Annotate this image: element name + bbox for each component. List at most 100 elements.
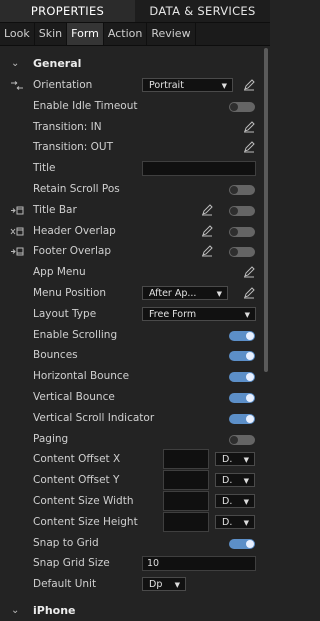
enable-idle-timeout-toggle[interactable] bbox=[229, 101, 255, 112]
pencil-icon[interactable] bbox=[243, 287, 255, 299]
content-size-height-unit: D. bbox=[222, 516, 233, 528]
tab-data-services[interactable]: DATA & SERVICES bbox=[135, 0, 270, 22]
default-unit-dropdown[interactable]: Dp ▼ bbox=[142, 577, 186, 592]
toggle-knob bbox=[246, 352, 254, 361]
row-snap-to-grid: Snap to Grid bbox=[0, 533, 270, 554]
row-header-overlap: Header Overlap bbox=[0, 221, 270, 242]
pencil-icon[interactable] bbox=[243, 79, 255, 91]
top-tab-bar: PROPERTIES DATA & SERVICES bbox=[0, 0, 270, 23]
content-size-width-input[interactable] bbox=[163, 490, 209, 511]
row-snap-grid-size: Snap Grid Size 10 bbox=[0, 553, 270, 574]
row-content-size-height: Content Size Height D. ▼ bbox=[0, 511, 270, 533]
default-unit-value: Dp bbox=[149, 579, 163, 591]
sub-tab-bar: Look Skin Form Action Review bbox=[0, 23, 270, 46]
pencil-icon[interactable] bbox=[243, 141, 255, 153]
transition-in-label: Transition: IN bbox=[33, 120, 102, 133]
paging-toggle[interactable] bbox=[229, 434, 255, 445]
pencil-icon[interactable] bbox=[201, 224, 213, 237]
orientation-icon bbox=[11, 81, 23, 90]
default-unit-label: Default Unit bbox=[33, 578, 97, 591]
toggle-knob bbox=[246, 331, 254, 340]
row-horizontal-bounce: Horizontal Bounce bbox=[0, 366, 270, 387]
toggle-knob bbox=[230, 435, 238, 444]
tab-review[interactable]: Review bbox=[147, 23, 196, 45]
row-transition-out: Transition: OUT bbox=[0, 137, 270, 158]
content-size-height-unit-dropdown[interactable]: D. ▼ bbox=[215, 514, 255, 529]
section-iphone-header[interactable]: ⌄ iPhone bbox=[0, 601, 270, 621]
toggle-knob bbox=[246, 539, 254, 548]
caret-down-icon: ▼ bbox=[243, 518, 249, 527]
content-offset-y-input[interactable] bbox=[163, 470, 209, 491]
row-paging: Paging bbox=[0, 429, 270, 450]
pencil-icon[interactable] bbox=[243, 120, 255, 133]
retain-scroll-pos-toggle[interactable] bbox=[229, 184, 255, 195]
tab-skin[interactable]: Skin bbox=[35, 23, 68, 45]
layout-type-dropdown[interactable]: Free Form ▼ bbox=[142, 306, 256, 321]
chevron-down-icon: ⌄ bbox=[11, 58, 20, 69]
row-orientation: Orientation Portrait ▼ bbox=[0, 75, 270, 96]
header-overlap-toggle[interactable] bbox=[229, 226, 255, 237]
title-label: Title bbox=[33, 162, 56, 175]
tab-action[interactable]: Action bbox=[104, 23, 148, 45]
orientation-dropdown[interactable]: Portrait ▼ bbox=[142, 78, 233, 92]
vertical-scroll-indicator-toggle[interactable] bbox=[229, 413, 255, 424]
section-iphone-title: iPhone bbox=[33, 603, 76, 617]
content-size-width-label: Content Size Width bbox=[33, 494, 134, 507]
pencil-icon[interactable] bbox=[201, 204, 213, 216]
content-offset-x-input[interactable] bbox=[163, 449, 209, 470]
pencil-icon[interactable] bbox=[201, 245, 213, 257]
title-bar-toggle[interactable] bbox=[229, 205, 255, 216]
toggle-knob bbox=[230, 185, 238, 194]
enable-idle-timeout-label: Enable Idle Timeout bbox=[33, 99, 138, 112]
transition-out-label: Transition: OUT bbox=[33, 141, 114, 154]
general-properties-list: Orientation Portrait ▼ Enable Idle Timeo… bbox=[0, 75, 270, 595]
section-general-header[interactable]: ⌄ General bbox=[0, 54, 270, 74]
enable-scrolling-toggle[interactable] bbox=[229, 330, 255, 341]
menu-position-label: Menu Position bbox=[33, 286, 107, 299]
content-offset-x-unit-dropdown[interactable]: D. ▼ bbox=[215, 452, 255, 467]
row-bounces: Bounces bbox=[0, 345, 270, 366]
row-menu-position: Menu Position After Ap... ▼ bbox=[0, 283, 270, 304]
menu-position-dropdown[interactable]: After Ap... ▼ bbox=[142, 285, 228, 300]
snap-grid-size-input[interactable]: 10 bbox=[142, 556, 256, 572]
title-input[interactable] bbox=[142, 161, 256, 177]
tab-properties[interactable]: PROPERTIES bbox=[0, 0, 135, 22]
caret-down-icon: ▼ bbox=[216, 289, 222, 298]
footer-overlap-toggle[interactable] bbox=[229, 247, 255, 258]
vertical-bounce-label: Vertical Bounce bbox=[33, 390, 115, 403]
bounces-toggle[interactable] bbox=[229, 351, 255, 362]
pencil-icon[interactable] bbox=[243, 266, 255, 278]
content-size-width-unit-dropdown[interactable]: D. ▼ bbox=[215, 493, 255, 508]
row-retain-scroll-pos: Retain Scroll Pos bbox=[0, 179, 270, 200]
caret-down-icon: ▼ bbox=[174, 581, 180, 590]
toggle-knob bbox=[230, 227, 238, 236]
row-enable-idle-timeout: Enable Idle Timeout bbox=[0, 96, 270, 117]
row-layout-type: Layout Type Free Form ▼ bbox=[0, 304, 270, 325]
content-size-height-input[interactable] bbox=[163, 511, 209, 532]
content-offset-x-unit: D. bbox=[222, 454, 233, 466]
row-transition-in: Transition: IN bbox=[0, 117, 270, 138]
row-title-bar: Title Bar bbox=[0, 200, 270, 221]
content-offset-y-unit-dropdown[interactable]: D. ▼ bbox=[215, 473, 255, 488]
header-overlap-label: Header Overlap bbox=[33, 224, 116, 237]
title-bar-label: Title Bar bbox=[33, 203, 77, 216]
paging-label: Paging bbox=[33, 432, 69, 445]
tab-form[interactable]: Form bbox=[67, 23, 104, 45]
row-vertical-scroll-indicator: Vertical Scroll Indicator bbox=[0, 408, 270, 429]
horizontal-bounce-toggle[interactable] bbox=[229, 372, 255, 383]
snap-grid-size-label: Snap Grid Size bbox=[33, 557, 110, 570]
enable-scrolling-label: Enable Scrolling bbox=[33, 328, 118, 341]
layout-type-value: Free Form bbox=[149, 308, 197, 320]
vertical-bounce-toggle[interactable] bbox=[229, 392, 255, 403]
menu-position-value: After Ap... bbox=[149, 287, 197, 299]
orientation-value: Portrait bbox=[149, 80, 184, 91]
row-content-size-width: Content Size Width D. ▼ bbox=[0, 490, 270, 512]
content-size-height-label: Content Size Height bbox=[33, 515, 138, 528]
snap-to-grid-toggle[interactable] bbox=[229, 538, 255, 549]
toggle-knob bbox=[230, 102, 238, 111]
toggle-knob bbox=[230, 248, 238, 257]
toggle-knob bbox=[246, 393, 254, 402]
caret-down-icon: ▼ bbox=[243, 456, 249, 465]
tab-look[interactable]: Look bbox=[0, 23, 35, 45]
caret-down-icon: ▼ bbox=[221, 82, 227, 90]
